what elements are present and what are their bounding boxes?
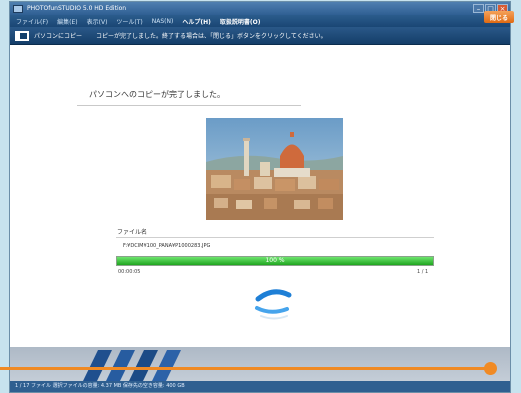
bottom-bar: [10, 347, 510, 381]
photo-thumbnail: [206, 118, 343, 220]
page-title: パソコンにコピー: [34, 33, 83, 40]
copy-progress-bar: 100 %: [116, 256, 434, 266]
minimize-icon[interactable]: –: [473, 4, 484, 13]
menu-view[interactable]: 表示(V): [87, 17, 108, 26]
page-header: パソコンにコピー コピーが完了しました。終了する場合は、「閉じる」ボタンをクリッ…: [10, 27, 510, 45]
message-divider: [77, 105, 301, 106]
app-icon: [13, 4, 23, 13]
status-bar: 1 / 17 ファイル 選択ファイルの容量: 4.37 MB 保存先の空き容量:…: [10, 381, 510, 392]
progress-percent: 100 %: [265, 257, 285, 264]
header-message: コピーが完了しました。終了する場合は、「閉じる」ボタンをクリックしてください。: [96, 33, 327, 40]
menu-nas[interactable]: NAS(N): [152, 18, 174, 25]
callout-line: [0, 367, 490, 370]
menu-tools[interactable]: ツール(T): [116, 17, 142, 26]
decorative-stripes: [73, 347, 193, 381]
menu-bar: ファイル(F) 編集(E) 表示(V) ツール(T) NAS(N) ヘルプ(H)…: [10, 15, 510, 27]
menu-help[interactable]: ヘルプ(H): [182, 17, 211, 26]
file-name-label: ファイル名: [117, 229, 148, 236]
main-content: パソコンへのコピーが完了しました。 ファイル名 F:¥DCIM¥100_PANA…: [10, 45, 510, 359]
file-name-divider: [116, 237, 434, 238]
file-count: 1 / 1: [417, 269, 429, 275]
file-path: F:¥DCIM¥100_PANA¥P1000283.JPG: [123, 243, 211, 249]
copy-to-pc-icon: [15, 30, 29, 41]
completion-message: パソコンへのコピーが完了しました。: [89, 90, 225, 99]
close-button[interactable]: 閉じる: [484, 11, 514, 23]
menu-manual[interactable]: 取扱説明書(O): [220, 17, 261, 26]
title-bar: PHOTOfunSTUDIO 5.0 HD Edition – □ ×: [10, 2, 510, 15]
menu-edit[interactable]: 編集(E): [57, 17, 77, 26]
elapsed-time: 00:00:05: [118, 269, 141, 275]
menu-file[interactable]: ファイル(F): [16, 17, 48, 26]
window-title: PHOTOfunSTUDIO 5.0 HD Edition: [27, 5, 127, 12]
application-window: PHOTOfunSTUDIO 5.0 HD Edition – □ × ファイル…: [10, 2, 510, 392]
callout-dot: [484, 362, 497, 375]
loading-spinner-icon: [251, 283, 296, 323]
